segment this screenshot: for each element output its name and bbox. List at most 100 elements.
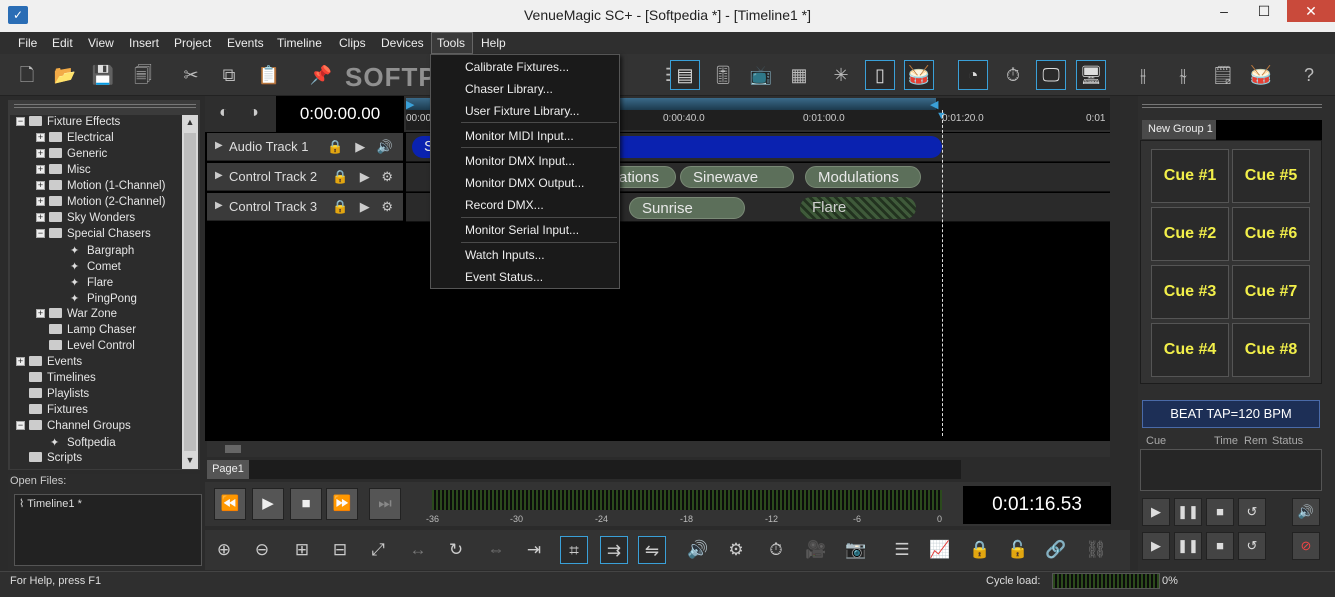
- sliders-icon[interactable]: ⫲: [1130, 62, 1156, 88]
- play-icon[interactable]: ▶: [252, 488, 284, 520]
- cut-icon[interactable]: ✂: [178, 62, 204, 88]
- cue-loop-all-icon[interactable]: ↺: [1238, 532, 1266, 560]
- menu-project[interactable]: Project: [174, 36, 211, 50]
- monitor-settings-icon[interactable]: 🖥: [1076, 60, 1106, 90]
- stop-icon[interactable]: ■: [290, 488, 322, 520]
- zoom-fit-icon[interactable]: ⊞: [288, 536, 316, 564]
- new-file-icon[interactable]: 🗋: [14, 62, 40, 88]
- cue-button-8[interactable]: Cue #8: [1232, 323, 1310, 377]
- tree-item[interactable]: + War Zone: [36, 308, 117, 324]
- menu-insert[interactable]: Insert: [129, 36, 159, 50]
- tree-item[interactable]: − Special Chasers: [36, 228, 151, 244]
- burst-icon[interactable]: ✳: [828, 62, 854, 88]
- menu-item-user-fixture-library[interactable]: User Fixture Library...: [465, 104, 579, 118]
- tree-item[interactable]: ✦ Flare: [70, 276, 113, 292]
- clip-modulations[interactable]: Modulations: [805, 166, 921, 188]
- tree-item[interactable]: + Electrical: [36, 132, 114, 148]
- beat-tap-button[interactable]: BEAT TAP=120 BPM: [1142, 400, 1320, 428]
- help-icon[interactable]: ?: [1296, 62, 1322, 88]
- tree-item[interactable]: Level Control: [49, 340, 135, 356]
- fast-forward-icon[interactable]: ⏩: [326, 488, 358, 520]
- notes-icon[interactable]: 🗒: [1210, 62, 1236, 88]
- tree-scroll-thumb[interactable]: [184, 133, 196, 451]
- move-icon[interactable]: ⇔: [482, 536, 510, 564]
- save-all-icon[interactable]: 🗐: [130, 62, 156, 88]
- clip-sinewave[interactable]: Sinewave: [680, 166, 794, 188]
- rewind-icon[interactable]: ⏪: [214, 488, 246, 520]
- timeline-hscroll[interactable]: [207, 441, 1110, 457]
- timer-icon[interactable]: ⏱: [1000, 62, 1026, 88]
- tracks-icon[interactable]: ▤: [670, 60, 700, 90]
- ripple-icon[interactable]: ⇋: [638, 536, 666, 564]
- tree-item[interactable]: ✦ Softpedia: [50, 436, 116, 452]
- tree-item[interactable]: + Motion (1-Channel): [36, 180, 165, 196]
- menu-timeline[interactable]: Timeline: [277, 36, 322, 50]
- cue-button-2[interactable]: Cue #2: [1151, 207, 1229, 261]
- camera-icon[interactable]: 📷: [842, 536, 870, 564]
- track-controls-icon[interactable]: 🔒 ▶ ⚙: [332, 199, 397, 215]
- menu-events[interactable]: Events: [227, 36, 264, 50]
- tree-item[interactable]: Scripts: [29, 452, 82, 468]
- cue-list[interactable]: [1140, 449, 1322, 491]
- clip-sunrise[interactable]: Sunrise: [629, 197, 745, 219]
- close-button[interactable]: ✕: [1287, 0, 1335, 22]
- track-controls-icon[interactable]: 🔒 ▶ 🔊: [327, 139, 397, 155]
- cue-button-5[interactable]: Cue #5: [1232, 149, 1310, 203]
- expand-triangle-icon[interactable]: ▶: [215, 170, 223, 181]
- cue-button-7[interactable]: Cue #7: [1232, 265, 1310, 319]
- expand-triangle-icon[interactable]: ▶: [215, 140, 223, 151]
- add-timer-icon[interactable]: ⏱: [762, 536, 790, 564]
- maximize-button[interactable]: ☐: [1249, 0, 1279, 22]
- snap-icon[interactable]: ◐: [219, 104, 229, 122]
- cue-play-icon[interactable]: ▶: [1142, 498, 1170, 526]
- menu-view[interactable]: View: [88, 36, 114, 50]
- cue-mute-icon[interactable]: ⊘: [1292, 532, 1320, 560]
- list-view-icon[interactable]: ☰: [888, 536, 916, 564]
- tree-item[interactable]: + Motion (2-Channel): [36, 196, 165, 212]
- menu-clips[interactable]: Clips: [339, 36, 366, 50]
- device-icon[interactable]: ▯: [865, 60, 895, 90]
- page-tab[interactable]: Page1: [207, 460, 249, 479]
- expand-triangle-icon[interactable]: ▶: [215, 200, 223, 211]
- menu-edit[interactable]: Edit: [52, 36, 73, 50]
- drum-alt-icon[interactable]: 🥁: [1248, 62, 1274, 88]
- cue-button-3[interactable]: Cue #3: [1151, 265, 1229, 319]
- lock-icon[interactable]: 🔒: [966, 536, 994, 564]
- track-header-audio-1[interactable]: ▶ Audio Track 1 🔒 ▶ 🔊: [207, 133, 403, 161]
- cue-pause-all-icon[interactable]: ❚❚: [1174, 532, 1202, 560]
- track-header-control-3[interactable]: ▶ Control Track 3 🔒 ▶ ⚙: [207, 193, 403, 221]
- span-icon[interactable]: ↔: [404, 536, 432, 564]
- clip-flare[interactable]: Flare: [800, 197, 916, 219]
- menu-item-record-dmx[interactable]: Record DMX...: [465, 198, 544, 212]
- drum-icon[interactable]: 🥁: [904, 60, 934, 90]
- tree-item[interactable]: ✦ Bargraph: [70, 244, 134, 260]
- copy-icon[interactable]: ⧉: [216, 62, 242, 88]
- hscroll-thumb[interactable]: [225, 445, 241, 453]
- unlink-icon[interactable]: ⛓: [1082, 536, 1110, 564]
- tree-item[interactable]: − Fixture Effects: [16, 116, 120, 132]
- track-controls-icon[interactable]: 🔒 ▶ ⚙: [332, 169, 397, 185]
- gauge-icon[interactable]: ◔: [958, 60, 988, 90]
- menu-item-watch-inputs[interactable]: Watch Inputs...: [465, 248, 545, 262]
- insert-icon[interactable]: ⇉: [600, 536, 628, 564]
- menu-item-monitor-dmx-input[interactable]: Monitor DMX Input...: [465, 154, 575, 168]
- tree-item[interactable]: + Generic: [36, 148, 107, 164]
- tree-item[interactable]: + Misc: [36, 164, 91, 180]
- pin-icon[interactable]: 📌: [308, 62, 334, 88]
- jump-icon[interactable]: ⇥: [520, 536, 548, 564]
- add-audio-icon[interactable]: 🔊: [684, 536, 712, 564]
- track-header-control-2[interactable]: ▶ Control Track 2 🔒 ▶ ⚙: [207, 163, 403, 191]
- tree-item[interactable]: Lamp Chaser: [49, 324, 136, 340]
- cue-button-6[interactable]: Cue #6: [1232, 207, 1310, 261]
- zoom-selection-icon[interactable]: ⊟: [326, 536, 354, 564]
- save-icon[interactable]: 💾: [90, 62, 116, 88]
- tree-item[interactable]: ✦ PingPong: [70, 292, 137, 308]
- menu-item-monitor-dmx-output[interactable]: Monitor DMX Output...: [465, 176, 584, 190]
- tree-item[interactable]: Fixtures: [29, 404, 88, 420]
- menu-item-monitor-serial-input[interactable]: Monitor Serial Input...: [465, 223, 579, 237]
- cue-button-1[interactable]: Cue #1: [1151, 149, 1229, 203]
- cue-play-all-icon[interactable]: ▶: [1142, 532, 1170, 560]
- minimize-button[interactable]: –: [1209, 0, 1239, 22]
- cue-stop-icon[interactable]: ■: [1206, 498, 1234, 526]
- cue-group-tab[interactable]: New Group 1: [1142, 120, 1216, 139]
